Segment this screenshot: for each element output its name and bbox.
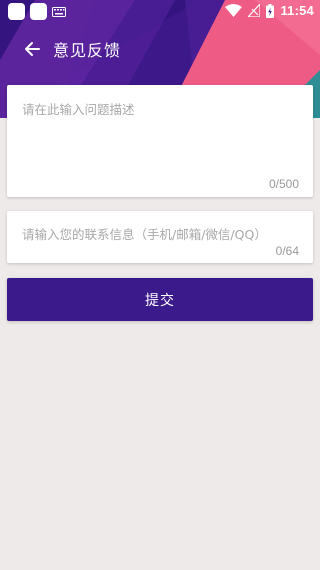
notification-square-icon <box>30 3 47 20</box>
status-time: 11:54 <box>280 3 314 18</box>
wifi-icon <box>225 4 243 17</box>
contact-char-counter: 0/64 <box>275 244 299 258</box>
description-card: 0/500 <box>7 85 313 197</box>
contact-card: 0/64 <box>7 211 313 263</box>
status-right: 11:54 <box>225 3 314 18</box>
toolbar: 意见反馈 <box>0 28 320 70</box>
status-left <box>8 3 66 20</box>
contact-input[interactable] <box>22 225 298 243</box>
status-bar: 11:54 <box>0 0 320 24</box>
battery-charging-icon <box>266 3 275 18</box>
submit-button[interactable]: 提交 <box>7 278 313 321</box>
page-title: 意见反馈 <box>53 41 122 60</box>
notification-square-icon <box>8 3 25 20</box>
no-signal-icon <box>248 4 261 17</box>
description-char-counter: 0/500 <box>268 177 299 191</box>
arrow-left-icon <box>25 42 40 56</box>
keyboard-icon <box>52 6 66 17</box>
back-button[interactable] <box>17 34 47 64</box>
description-input[interactable] <box>22 99 298 169</box>
